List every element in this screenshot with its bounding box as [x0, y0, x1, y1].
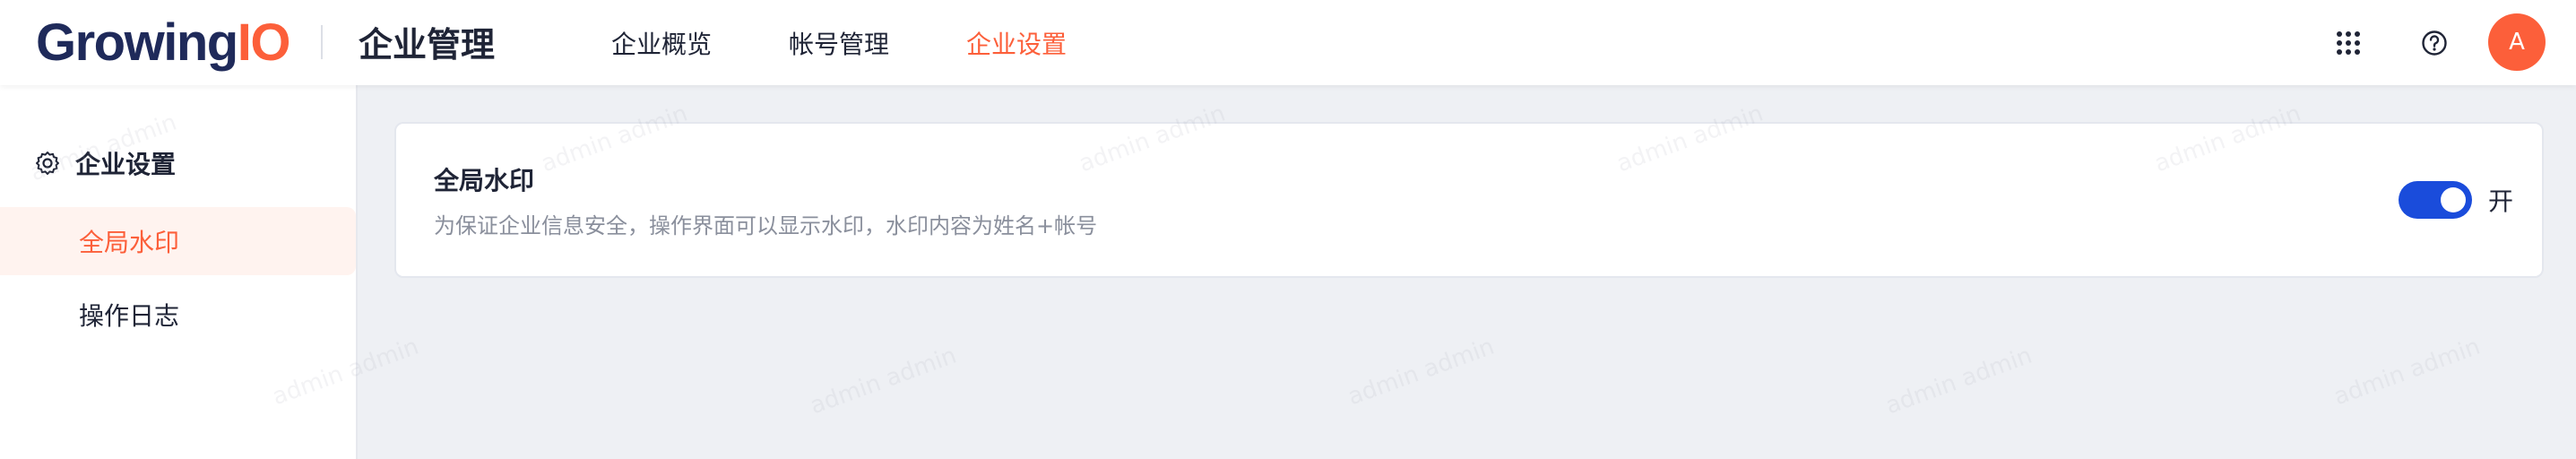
sidebar: 企业设置 全局水印 操作日志	[0, 85, 358, 459]
toggle-state-label: 开	[2488, 186, 2514, 216]
watermark-text: admin admin	[1344, 333, 1499, 411]
toggle-knob	[2441, 187, 2466, 212]
top-header: Growing IO 企业管理 企业概览 帐号管理 企业设置 A	[0, 0, 2576, 85]
card-title: 全局水印	[434, 166, 535, 195]
top-nav: 企业概览 帐号管理 企业设置	[611, 0, 1144, 85]
nav-enterprise-settings[interactable]: 企业设置	[966, 0, 1067, 85]
help-circle-icon[interactable]	[2411, 20, 2458, 66]
watermark-text: admin admin	[807, 342, 961, 420]
watermark-toggle[interactable]	[2399, 181, 2472, 219]
logo-suffix: IO	[237, 13, 291, 72]
apps-grid-icon[interactable]	[2325, 20, 2372, 66]
product-title: 企业管理	[359, 24, 496, 65]
watermark-text: admin admin	[2330, 333, 2485, 411]
growingio-logo[interactable]: Growing IO	[36, 11, 290, 74]
watermark-setting-card: 全局水印 为保证企业信息安全，操作界面可以显示水印，水印内容为姓名+帐号 开	[394, 122, 2544, 278]
nav-account-management[interactable]: 帐号管理	[789, 0, 889, 85]
card-description: 为保证企业信息安全，操作界面可以显示水印，水印内容为姓名+帐号	[434, 213, 1098, 238]
header-divider	[321, 25, 323, 59]
gear-icon	[34, 150, 61, 177]
logo-prefix: Growing	[36, 13, 238, 72]
sidebar-group-enterprise-settings: 企业设置	[34, 141, 176, 186]
sidebar-item-global-watermark[interactable]: 全局水印	[0, 207, 356, 275]
watermark-text: admin admin	[1882, 342, 2036, 420]
sidebar-group-label: 企业设置	[75, 150, 177, 179]
sidebar-item-operation-log[interactable]: 操作日志	[0, 281, 356, 349]
nav-enterprise-overview[interactable]: 企业概览	[611, 0, 712, 85]
user-avatar[interactable]: A	[2488, 13, 2546, 71]
